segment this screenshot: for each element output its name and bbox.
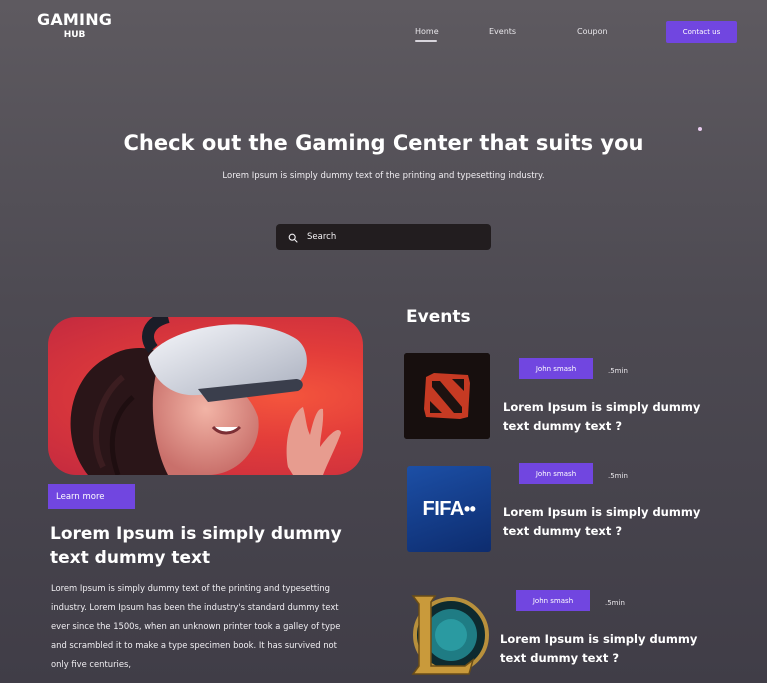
nav-active-indicator bbox=[415, 40, 437, 42]
search-icon bbox=[288, 228, 298, 247]
dota-logo-icon bbox=[404, 353, 490, 439]
logo-line-1: GAMING bbox=[37, 10, 113, 29]
fifa-plus-icon: •• bbox=[463, 499, 476, 519]
event-title[interactable]: Lorem Ipsum is simply dummy text dummy t… bbox=[503, 398, 713, 436]
league-of-legends-icon bbox=[407, 595, 491, 680]
event-author-tag[interactable]: John smash bbox=[516, 590, 590, 611]
event-thumb-fifa[interactable]: FIFA•• bbox=[407, 466, 491, 552]
logo[interactable]: GAMING HUB bbox=[37, 12, 112, 40]
event-time: .5min bbox=[605, 599, 625, 607]
feature-title: Lorem Ipsum is simply dummy text dummy t… bbox=[50, 524, 342, 568]
logo-line-2: HUB bbox=[63, 30, 86, 40]
fifa-wordmark: FIFA bbox=[422, 498, 465, 520]
learn-more-button[interactable]: Learn more bbox=[48, 484, 135, 509]
nav-coupon[interactable]: Coupon bbox=[577, 27, 608, 36]
contact-button[interactable]: Contact us bbox=[666, 21, 737, 43]
nav-events[interactable]: Events bbox=[489, 27, 516, 36]
event-title[interactable]: Lorem Ipsum is simply dummy text dummy t… bbox=[503, 503, 713, 541]
event-thumb-league[interactable] bbox=[407, 590, 491, 680]
hero-subtitle: Lorem Ipsum is simply dummy text of the … bbox=[222, 171, 545, 181]
event-thumb-dota[interactable] bbox=[404, 353, 490, 439]
events-heading: Events bbox=[406, 307, 471, 327]
event-author-tag[interactable]: John smash bbox=[519, 358, 593, 379]
event-time: .5min bbox=[608, 472, 628, 480]
search-input[interactable] bbox=[307, 232, 477, 242]
nav-home[interactable]: Home bbox=[415, 27, 439, 36]
feature-body: Lorem Ipsum is simply dummy text of the … bbox=[51, 583, 341, 669]
event-author-tag[interactable]: John smash bbox=[519, 463, 593, 484]
search-bar[interactable] bbox=[276, 224, 491, 250]
vr-headset-image bbox=[48, 317, 363, 475]
event-time: .5min bbox=[608, 367, 628, 375]
hero-title: Check out the Gaming Center that suits y… bbox=[123, 131, 644, 155]
event-title[interactable]: Lorem Ipsum is simply dummy text dummy t… bbox=[500, 630, 710, 668]
